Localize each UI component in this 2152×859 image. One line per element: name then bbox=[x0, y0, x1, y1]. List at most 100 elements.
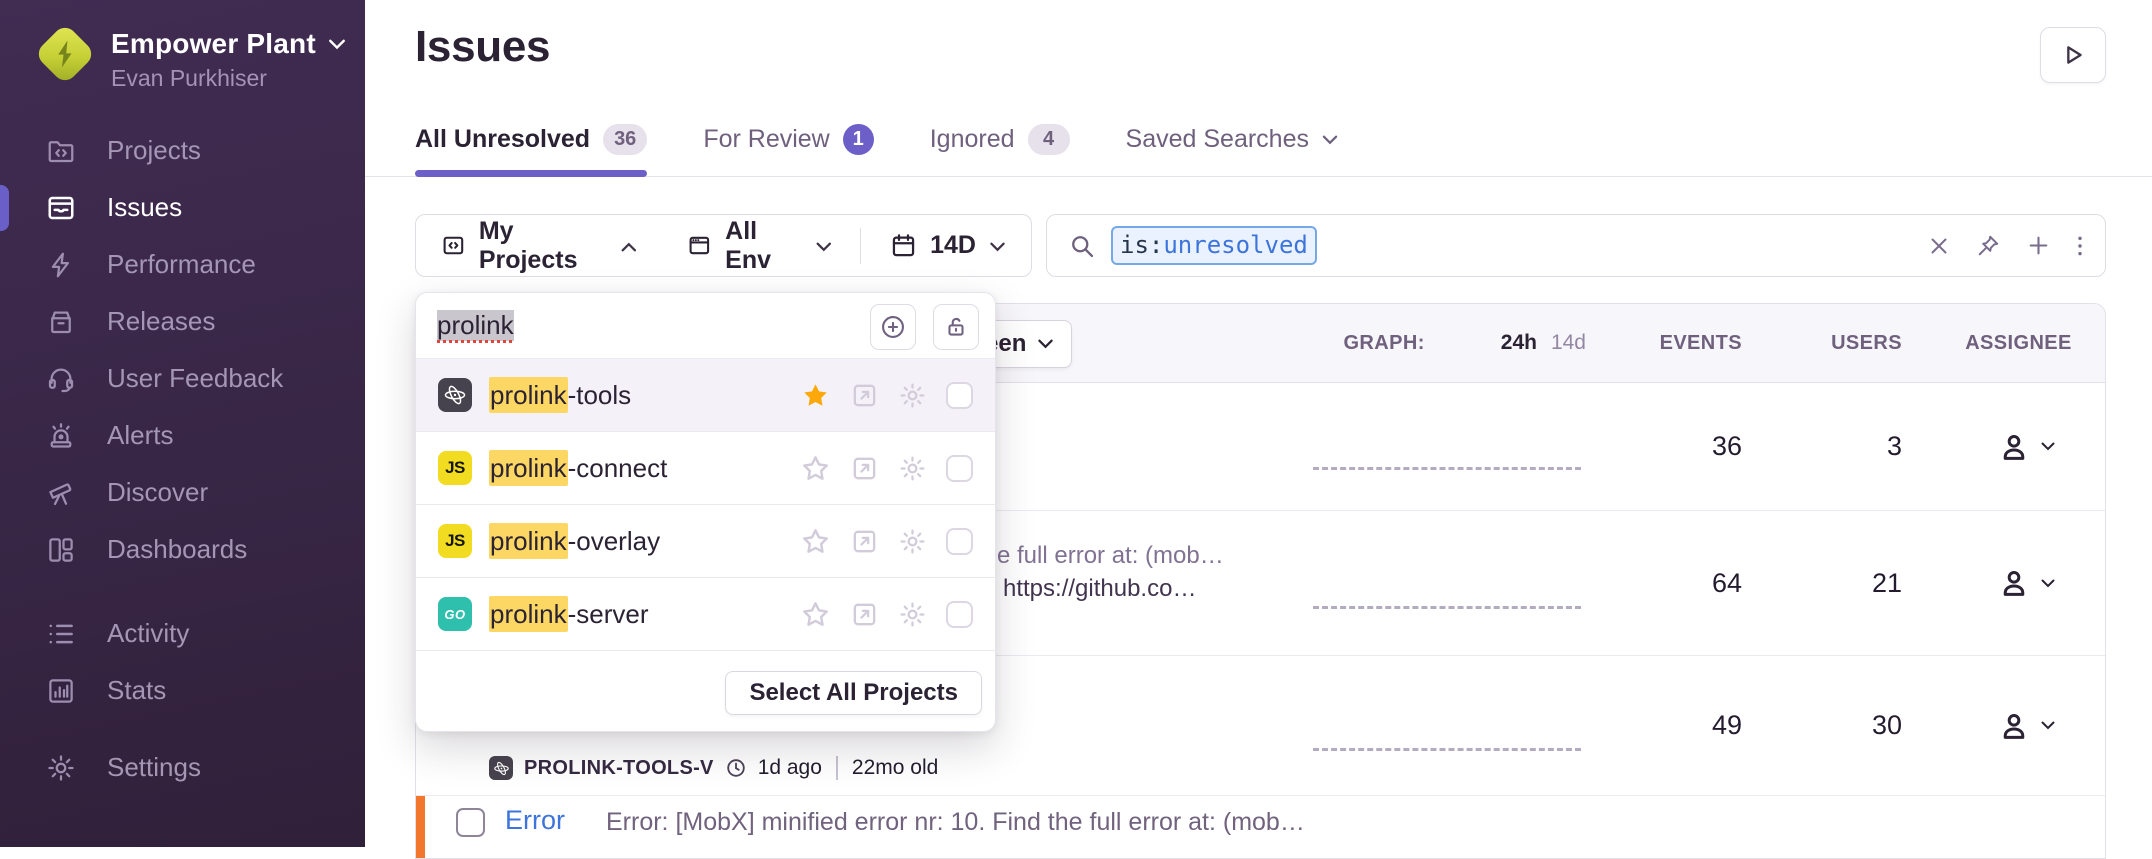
project-filter-label: My Projects bbox=[479, 217, 608, 275]
issue-meta: PROLINK-TOOLS-V 1d ago 22mo old bbox=[489, 756, 938, 780]
clear-search-icon[interactable] bbox=[1927, 234, 1951, 258]
open-project-icon[interactable] bbox=[850, 454, 879, 483]
tab-for-review[interactable]: For Review 1 bbox=[703, 122, 873, 177]
search-menu-icon[interactable] bbox=[2076, 233, 2084, 259]
sidebar-item-label: Releases bbox=[107, 306, 215, 337]
sidebar-item-discover[interactable]: Discover bbox=[0, 464, 365, 521]
tab-label: Ignored bbox=[930, 122, 1015, 156]
issue-checkbox[interactable] bbox=[456, 808, 485, 837]
org-user: Evan Purkhiser bbox=[111, 65, 346, 92]
project-checkbox[interactable] bbox=[946, 528, 973, 555]
sidebar-item-projects[interactable]: Projects bbox=[0, 122, 365, 179]
open-project-icon[interactable] bbox=[850, 381, 879, 410]
graph-period-14d[interactable]: 14d bbox=[1551, 331, 1586, 355]
issue-last-seen: 1d ago bbox=[758, 756, 822, 780]
graph-placeholder bbox=[1313, 606, 1581, 609]
issue-project-slug: PROLINK-TOOLS-V bbox=[524, 757, 714, 780]
add-project-button[interactable] bbox=[870, 304, 916, 350]
main-content: Issues All Unresolved 36 For Review 1 Ig… bbox=[365, 0, 2152, 847]
project-checkbox[interactable] bbox=[946, 601, 973, 628]
project-settings-gear-icon[interactable] bbox=[898, 527, 927, 556]
project-option-prolink-overlay[interactable]: JS prolink-overlay bbox=[416, 504, 995, 577]
pin-search-icon[interactable] bbox=[1976, 233, 2001, 258]
issue-search-input[interactable]: is:unresolved bbox=[1046, 214, 2106, 277]
issue-error-type-link[interactable]: Error bbox=[505, 805, 565, 836]
page-filter-group: My Projects All Env 14D bbox=[415, 214, 1032, 277]
chevron-down-icon bbox=[2041, 579, 2055, 588]
events-count: 64 bbox=[1586, 568, 1756, 599]
project-search-query: prolink bbox=[437, 310, 514, 341]
org-avatar bbox=[33, 22, 97, 86]
star-icon[interactable] bbox=[800, 453, 831, 484]
project-filter-button[interactable]: My Projects bbox=[441, 217, 636, 275]
dropdown-footer: Select All Projects bbox=[416, 650, 995, 732]
select-all-projects-button[interactable]: Select All Projects bbox=[725, 671, 982, 715]
unlock-icon bbox=[943, 314, 969, 340]
error-level-bar bbox=[416, 796, 425, 859]
environment-filter-button[interactable]: All Env bbox=[687, 217, 831, 275]
issue-title-fragment: e full error at: (mob… bbox=[997, 542, 1224, 570]
tab-label: Saved Searches bbox=[1126, 122, 1309, 156]
chevron-down-icon bbox=[328, 39, 346, 50]
tab-label: All Unresolved bbox=[415, 122, 590, 156]
tab-ignored[interactable]: Ignored 4 bbox=[930, 122, 1070, 177]
assignee-selector[interactable] bbox=[1916, 709, 2105, 743]
sidebar-item-settings[interactable]: Settings bbox=[0, 739, 365, 796]
assignee-selector[interactable] bbox=[1916, 430, 2105, 464]
open-project-icon[interactable] bbox=[850, 600, 879, 629]
page-title: Issues bbox=[415, 22, 550, 72]
sidebar-item-performance[interactable]: Performance bbox=[0, 236, 365, 293]
electron-platform-icon bbox=[489, 756, 513, 780]
project-option-prolink-tools[interactable]: prolink-tools bbox=[416, 358, 995, 431]
search-token-key: is: bbox=[1120, 231, 1163, 259]
project-search-input[interactable]: prolink bbox=[416, 293, 995, 358]
issue-row[interactable]: Error Error: [MobX] minified error nr: 1… bbox=[416, 796, 2105, 859]
sidebar-item-alerts[interactable]: Alerts bbox=[0, 407, 365, 464]
sidebar-item-releases[interactable]: Releases bbox=[0, 293, 365, 350]
calendar-icon bbox=[890, 232, 917, 259]
project-option-prolink-server[interactable]: GO prolink-server bbox=[416, 577, 995, 650]
sidebar-item-issues[interactable]: Issues bbox=[0, 179, 365, 236]
project-option-prolink-connect[interactable]: JS prolink-connect bbox=[416, 431, 995, 504]
replay-play-button[interactable] bbox=[2040, 27, 2106, 83]
date-range-filter-button[interactable]: 14D bbox=[890, 231, 1006, 260]
project-name: prolink-tools bbox=[489, 380, 631, 411]
discover-icon bbox=[46, 478, 76, 508]
add-search-icon[interactable] bbox=[2026, 233, 2051, 258]
tab-saved-searches[interactable]: Saved Searches bbox=[1126, 122, 1338, 177]
performance-icon bbox=[46, 250, 76, 280]
project-checkbox[interactable] bbox=[946, 455, 973, 482]
sidebar-item-label: Settings bbox=[107, 752, 201, 783]
sidebar-item-stats[interactable]: Stats bbox=[0, 662, 365, 719]
sidebar-item-label: Issues bbox=[107, 192, 182, 223]
graph-period-24h[interactable]: 24h bbox=[1501, 331, 1537, 355]
star-icon[interactable] bbox=[800, 380, 831, 411]
star-icon[interactable] bbox=[800, 526, 831, 557]
play-icon bbox=[2059, 41, 2087, 69]
sidebar-item-user-feedback[interactable]: User Feedback bbox=[0, 350, 365, 407]
star-icon[interactable] bbox=[800, 599, 831, 630]
org-switcher[interactable]: Empower Plant Evan Purkhiser bbox=[33, 22, 346, 92]
meta-divider bbox=[836, 756, 838, 780]
open-project-icon[interactable] bbox=[850, 527, 879, 556]
sidebar-item-label: Discover bbox=[107, 477, 208, 508]
user-icon bbox=[1997, 430, 2031, 464]
graph-placeholder bbox=[1313, 748, 1581, 751]
lock-filter-button[interactable] bbox=[933, 304, 979, 350]
project-settings-gear-icon[interactable] bbox=[898, 454, 927, 483]
tab-all-unresolved[interactable]: All Unresolved 36 bbox=[415, 122, 647, 177]
sidebar-item-activity[interactable]: Activity bbox=[0, 605, 365, 662]
assignee-column-header: ASSIGNEE bbox=[1916, 332, 2105, 355]
assignee-selector[interactable] bbox=[1916, 566, 2105, 600]
project-settings-gear-icon[interactable] bbox=[898, 381, 927, 410]
tab-label: For Review bbox=[703, 122, 829, 156]
search-token-is-unresolved[interactable]: is:unresolved bbox=[1111, 226, 1317, 265]
events-column-header: EVENTS bbox=[1586, 332, 1756, 355]
project-name: prolink-overlay bbox=[489, 526, 660, 557]
lightning-bolt-icon bbox=[50, 38, 80, 70]
project-checkbox[interactable] bbox=[946, 382, 973, 409]
project-name: prolink-server bbox=[489, 599, 649, 630]
sidebar-item-dashboards[interactable]: Dashboards bbox=[0, 521, 365, 578]
project-settings-gear-icon[interactable] bbox=[898, 600, 927, 629]
projects-icon bbox=[441, 232, 466, 259]
